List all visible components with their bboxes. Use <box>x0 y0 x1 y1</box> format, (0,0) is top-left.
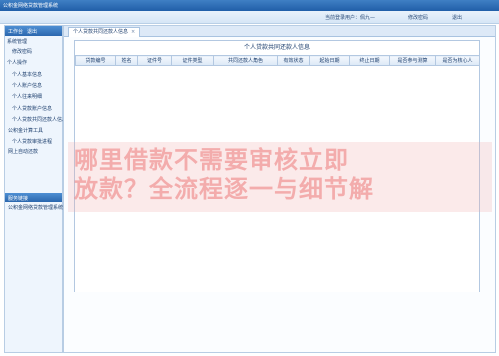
tab-co-borrower[interactable]: 个人贷款共同还款人信息 × <box>68 27 141 37</box>
app-title: 公积金网络贷款管理系统 <box>3 3 59 9</box>
sidebar-group-personal[interactable]: 个人操作 <box>7 59 27 66</box>
watermark-text: 哪里借款不需要审核立即 放款？全流程逐一与细节解 <box>74 146 374 204</box>
change-password-link[interactable]: 修改密码 <box>408 14 428 21</box>
column-header-id-type[interactable]: 证件类型 <box>171 55 214 66</box>
user-bar: 当前登录用户：佩九— 修改密码 退出 <box>0 11 499 24</box>
content-tabstrip: 个人贷款共同还款人信息 × <box>64 26 495 37</box>
column-header-in-calculation[interactable]: 是否参与测算 <box>389 55 436 66</box>
sidebar-item-approval-progress[interactable]: 个人贷款审批进程 <box>12 138 52 145</box>
sidebar-service-links-label: 服务链接 <box>8 196 29 202</box>
watermark-line-1: 哪里借款不需要审核立即 <box>74 146 349 174</box>
co-borrower-table: 贷款编号 姓名 证件号 证件类型 共同还款人角色 有效状态 起始日期 终止日期 … <box>75 55 480 66</box>
column-header-loan-number[interactable]: 贷款编号 <box>75 55 116 66</box>
tab-exit[interactable]: 退出 <box>27 28 37 35</box>
sidebar-item-loan-account[interactable]: 个人贷款账户信息 <box>12 105 52 112</box>
column-header-start-date[interactable]: 起始日期 <box>309 55 350 66</box>
tab-co-borrower-label: 个人贷款共同还款人信息 <box>73 29 129 35</box>
column-header-name[interactable]: 姓名 <box>115 55 138 66</box>
current-user-label: 当前登录用户：佩九— <box>325 15 376 21</box>
column-header-is-core[interactable]: 是否为核心人 <box>435 55 480 66</box>
sidebar-item-co-borrower[interactable]: 个人贷款共同还款人信息 <box>12 116 67 123</box>
sidebar-item-auto-repay[interactable]: 网上自动还款 <box>8 148 38 155</box>
sidebar-item-change-password[interactable]: 修改密码 <box>12 48 32 55</box>
tab-workbench[interactable]: 工作台 <box>8 28 23 35</box>
column-header-status[interactable]: 有效状态 <box>277 55 310 66</box>
sidebar: 工作台 退出 系统管理 修改密码 个人操作 个人基本信息 个人账户信息 个人往来… <box>4 25 67 353</box>
sidebar-item-calculator[interactable]: 公积金计算工具 <box>8 127 43 134</box>
sidebar-item-transactions[interactable]: 个人往来明细 <box>12 93 42 100</box>
sidebar-item-account-info[interactable]: 个人账户信息 <box>12 82 42 89</box>
sidebar-item-system-link[interactable]: 公积金网络贷款管理系统 <box>8 204 63 211</box>
column-header-end-date[interactable]: 终止日期 <box>349 55 390 66</box>
sidebar-item-basic-info[interactable]: 个人基本信息 <box>12 71 42 78</box>
title-bar: 公积金网络贷款管理系统 <box>0 0 499 11</box>
column-header-id-number[interactable]: 证件号 <box>137 55 172 66</box>
panel-title: 个人贷款共同还款人信息 <box>75 41 479 55</box>
sidebar-group-system[interactable]: 系统管理 <box>7 38 27 45</box>
watermark-line-2: 放款？全流程逐一与细节解 <box>74 175 374 203</box>
column-header-role[interactable]: 共同还款人角色 <box>213 55 278 66</box>
logout-link[interactable]: 退出 <box>452 14 462 21</box>
sidebar-service-links[interactable]: 服务链接 <box>5 193 62 202</box>
sidebar-tabs: 工作台 退出 <box>5 26 62 36</box>
close-icon[interactable]: × <box>131 29 135 35</box>
